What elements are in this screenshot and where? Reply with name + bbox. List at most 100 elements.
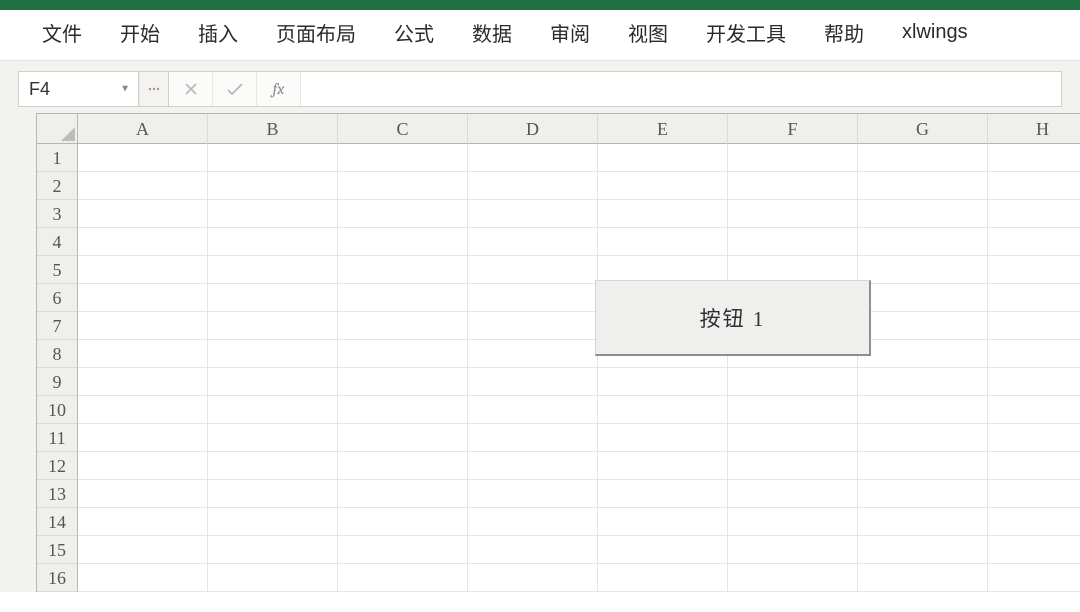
cell[interactable]	[598, 424, 728, 452]
cell[interactable]	[78, 452, 208, 480]
row-header-3[interactable]: 3	[37, 200, 78, 228]
cell[interactable]	[598, 452, 728, 480]
cell[interactable]	[338, 396, 468, 424]
cell[interactable]	[598, 536, 728, 564]
row-header-8[interactable]: 8	[37, 340, 78, 368]
cell[interactable]	[728, 368, 858, 396]
cell[interactable]	[988, 480, 1080, 508]
tab-file[interactable]: 文件	[38, 16, 86, 49]
cell[interactable]	[598, 144, 728, 172]
cell[interactable]	[468, 480, 598, 508]
cell[interactable]	[988, 508, 1080, 536]
form-button-1[interactable]: 按钮 1	[595, 280, 871, 356]
cell[interactable]	[598, 508, 728, 536]
cell[interactable]	[338, 536, 468, 564]
cell[interactable]	[858, 312, 988, 340]
cell[interactable]	[858, 424, 988, 452]
worksheet-grid[interactable]: A B C D E F G H 12345678910111213141516 …	[36, 113, 1080, 592]
cell[interactable]	[728, 564, 858, 592]
row-header-10[interactable]: 10	[37, 396, 78, 424]
cell[interactable]	[728, 508, 858, 536]
cell[interactable]	[78, 200, 208, 228]
cell[interactable]	[988, 228, 1080, 256]
row-header-5[interactable]: 5	[37, 256, 78, 284]
cell[interactable]	[988, 396, 1080, 424]
cell[interactable]	[728, 536, 858, 564]
cell[interactable]	[988, 284, 1080, 312]
cancel-icon[interactable]	[169, 72, 213, 106]
tab-data[interactable]: 数据	[468, 16, 516, 49]
cell[interactable]	[468, 452, 598, 480]
cell[interactable]	[208, 480, 338, 508]
cell[interactable]	[208, 564, 338, 592]
cell[interactable]	[988, 564, 1080, 592]
cell[interactable]	[858, 396, 988, 424]
cell[interactable]	[78, 172, 208, 200]
column-header-B[interactable]: B	[208, 114, 338, 144]
cell[interactable]	[78, 228, 208, 256]
tab-review[interactable]: 审阅	[546, 16, 594, 49]
row-header-2[interactable]: 2	[37, 172, 78, 200]
row-header-6[interactable]: 6	[37, 284, 78, 312]
cell[interactable]	[988, 144, 1080, 172]
cell[interactable]	[598, 480, 728, 508]
row-header-13[interactable]: 13	[37, 480, 78, 508]
cell[interactable]	[598, 396, 728, 424]
cell[interactable]	[728, 228, 858, 256]
cell[interactable]	[988, 452, 1080, 480]
cell[interactable]	[78, 312, 208, 340]
cell[interactable]	[468, 144, 598, 172]
cell[interactable]	[468, 284, 598, 312]
column-header-A[interactable]: A	[78, 114, 208, 144]
cell[interactable]	[988, 172, 1080, 200]
cell[interactable]	[988, 340, 1080, 368]
cell[interactable]	[208, 368, 338, 396]
row-header-7[interactable]: 7	[37, 312, 78, 340]
cell[interactable]	[468, 536, 598, 564]
cell[interactable]	[338, 256, 468, 284]
cell[interactable]	[858, 200, 988, 228]
row-header-9[interactable]: 9	[37, 368, 78, 396]
name-box[interactable]: F4 ▼	[19, 72, 139, 106]
column-header-E[interactable]: E	[598, 114, 728, 144]
cell[interactable]	[468, 200, 598, 228]
cell[interactable]	[208, 312, 338, 340]
cell[interactable]	[988, 536, 1080, 564]
cell[interactable]	[468, 228, 598, 256]
cell[interactable]	[338, 424, 468, 452]
cell[interactable]	[728, 172, 858, 200]
cell[interactable]	[338, 480, 468, 508]
cell[interactable]	[208, 452, 338, 480]
cell[interactable]	[858, 564, 988, 592]
cell[interactable]	[988, 312, 1080, 340]
row-header-14[interactable]: 14	[37, 508, 78, 536]
cell[interactable]	[208, 424, 338, 452]
cell[interactable]	[78, 144, 208, 172]
cell[interactable]	[468, 312, 598, 340]
cell[interactable]	[208, 396, 338, 424]
chevron-down-icon[interactable]: ▼	[120, 84, 130, 95]
cell[interactable]	[728, 480, 858, 508]
select-all-corner[interactable]	[37, 114, 78, 144]
cell[interactable]	[78, 284, 208, 312]
row-header-4[interactable]: 4	[37, 228, 78, 256]
cell[interactable]	[858, 228, 988, 256]
cell[interactable]	[338, 340, 468, 368]
column-header-H[interactable]: H	[988, 114, 1080, 144]
cell[interactable]	[858, 368, 988, 396]
tab-insert[interactable]: 插入	[194, 16, 242, 49]
cell[interactable]	[78, 368, 208, 396]
cell[interactable]	[78, 396, 208, 424]
cell[interactable]	[728, 396, 858, 424]
cell[interactable]	[338, 200, 468, 228]
cell[interactable]	[338, 508, 468, 536]
cell[interactable]	[858, 340, 988, 368]
cell[interactable]	[208, 508, 338, 536]
cell[interactable]	[468, 564, 598, 592]
cell[interactable]	[988, 424, 1080, 452]
row-header-11[interactable]: 11	[37, 424, 78, 452]
cell[interactable]	[858, 480, 988, 508]
cell[interactable]	[78, 508, 208, 536]
column-header-G[interactable]: G	[858, 114, 988, 144]
cell[interactable]	[468, 508, 598, 536]
